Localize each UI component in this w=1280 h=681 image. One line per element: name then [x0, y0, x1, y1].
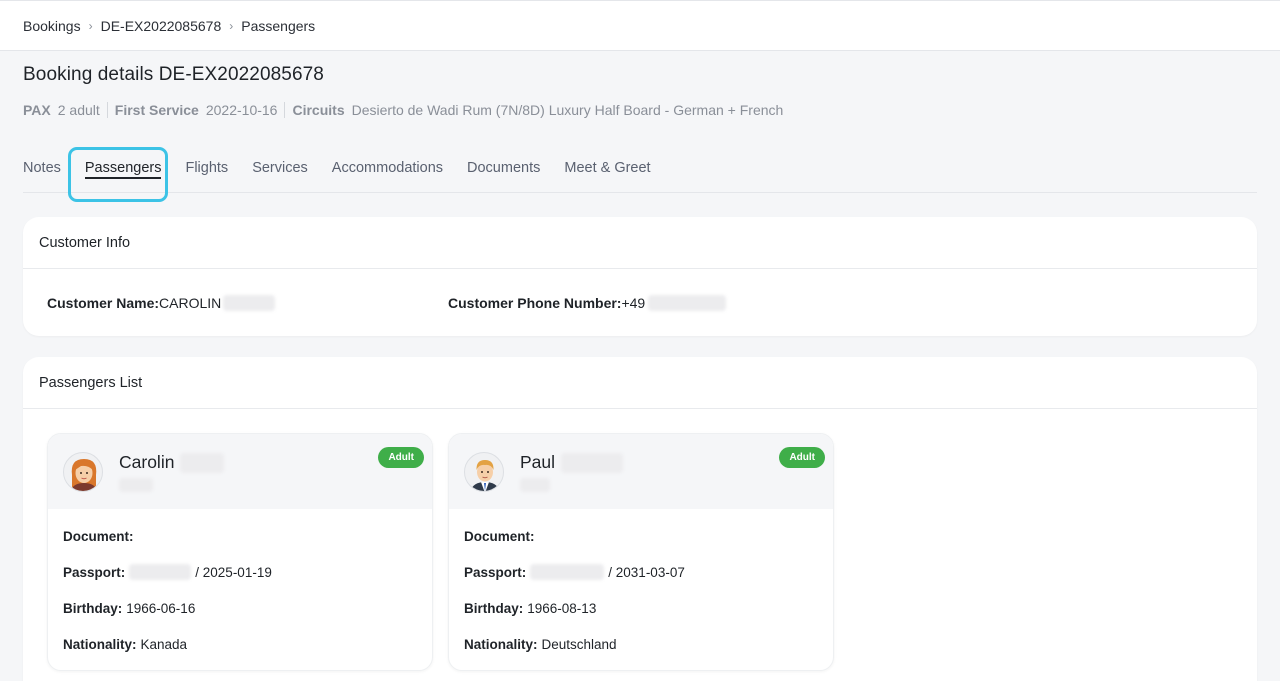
passenger-details: Document: Passport: / 2031-03-07 Birthda… [449, 518, 833, 662]
booking-meta: PAX 2 adult First Service 2022-10-16 Cir… [23, 99, 790, 121]
passenger-name: Paul [520, 452, 624, 473]
document-label: Document: [464, 528, 535, 544]
meta-pax: PAX 2 adult [23, 102, 107, 118]
passenger-document: Document: [63, 518, 432, 554]
meta-first-service: First Service 2022-10-16 [106, 102, 285, 118]
customer-name-label: Customer Name: [47, 295, 160, 311]
meta-first-service-label: First Service [114, 102, 199, 118]
passengers-list-header: Passengers List [23, 357, 1257, 409]
passengers-list-card: Passengers List Carolin Adult Document: … [23, 357, 1257, 681]
meta-circuits-label: Circuits [292, 102, 345, 118]
document-label: Document: [63, 528, 134, 544]
redacted-text [223, 295, 276, 311]
meta-first-service-value: 2022-10-16 [205, 102, 278, 118]
customer-phone-value: +49 [621, 295, 646, 311]
customer-info-card: Customer Info Customer Name: CAROLIN Cus… [23, 217, 1257, 336]
passenger-card: Paul Adult Document: Passport: / 2031-03… [448, 433, 834, 671]
customer-info-row: Customer Name: CAROLIN Customer Phone Nu… [23, 269, 1257, 336]
tab-bar: Notes Passengers Flights Services Accomm… [23, 150, 1257, 193]
passenger-document: Document: [464, 518, 833, 554]
passport-label: Passport: [464, 564, 527, 580]
passport-label: Passport: [63, 564, 126, 580]
passenger-birthday: Birthday: 1966-06-16 [63, 590, 432, 626]
meta-circuits-value: Desierto de Wadi Rum (7N/8D) Luxury Half… [351, 102, 784, 118]
birthday-label: Birthday: [464, 600, 524, 616]
nationality-label: Nationality: [464, 636, 538, 652]
birthday-value: 1966-06-16 [126, 600, 196, 616]
tab-meet-and-greet[interactable]: Meet & Greet [564, 150, 650, 192]
customer-phone-label: Customer Phone Number: [448, 295, 622, 311]
meta-circuits: Circuits Desierto de Wadi Rum (7N/8D) Lu… [284, 102, 790, 118]
breadcrumb-passengers: Passengers [241, 17, 316, 34]
birthday-label: Birthday: [63, 600, 123, 616]
passenger-passport: Passport: / 2031-03-07 [464, 554, 833, 590]
nationality-value: Deutschland [541, 636, 617, 652]
redacted-text [561, 452, 624, 473]
breadcrumb-separator: › [88, 18, 93, 33]
breadcrumb-booking-id[interactable]: DE-EX2022085678 [101, 18, 222, 34]
passport-expiry: / 2031-03-07 [608, 564, 685, 580]
tab-accommodations[interactable]: Accommodations [332, 150, 443, 192]
nationality-value: Kanada [140, 636, 188, 652]
customer-name-value: CAROLIN [159, 295, 222, 311]
breadcrumb-separator: › [229, 18, 234, 33]
tab-passengers[interactable]: Passengers [84, 150, 161, 192]
tab-services[interactable]: Services [252, 150, 308, 192]
passenger-first-name: Paul [520, 452, 556, 472]
passenger-first-name: Carolin [119, 452, 175, 472]
passenger-type-badge: Adult [378, 447, 424, 468]
customer-name: Customer Name: CAROLIN [47, 295, 276, 311]
tab-flights[interactable]: Flights [185, 150, 228, 192]
meta-pax-value: 2 adult [57, 102, 100, 118]
nationality-label: Nationality: [63, 636, 137, 652]
redacted-text [648, 295, 727, 311]
customer-info-header: Customer Info [23, 217, 1257, 269]
breadcrumb: Bookings › DE-EX2022085678 › Passengers [0, 0, 1280, 51]
redacted-text [520, 478, 550, 492]
passenger-nationality: Nationality: Kanada [63, 626, 432, 662]
redacted-text [530, 564, 605, 580]
passenger-birthday: Birthday: 1966-08-13 [464, 590, 833, 626]
passenger-card: Carolin Adult Document: Passport: / 2025… [47, 433, 433, 671]
breadcrumb-bookings[interactable]: Bookings [23, 18, 81, 34]
redacted-text [180, 452, 225, 473]
customer-phone: Customer Phone Number: +49 [448, 295, 727, 311]
passenger-card-header: Paul Adult [449, 434, 833, 509]
male-avatar-icon [464, 452, 504, 492]
passenger-card-header: Carolin Adult [48, 434, 432, 509]
passenger-details: Document: Passport: / 2025-01-19 Birthda… [48, 518, 432, 662]
redacted-text [119, 478, 153, 492]
female-avatar-icon [63, 452, 103, 492]
tab-documents[interactable]: Documents [467, 150, 540, 192]
passenger-type-badge: Adult [779, 447, 825, 468]
tab-notes[interactable]: Notes [23, 150, 61, 192]
birthday-value: 1966-08-13 [527, 600, 597, 616]
passenger-nationality: Nationality: Deutschland [464, 626, 833, 662]
passenger-passport: Passport: / 2025-01-19 [63, 554, 432, 590]
passenger-name: Carolin [119, 452, 225, 473]
page-title: Booking details DE-EX2022085678 [23, 64, 324, 85]
redacted-text [129, 564, 192, 580]
passport-expiry: / 2025-01-19 [195, 564, 272, 580]
meta-pax-label: PAX [23, 102, 51, 118]
